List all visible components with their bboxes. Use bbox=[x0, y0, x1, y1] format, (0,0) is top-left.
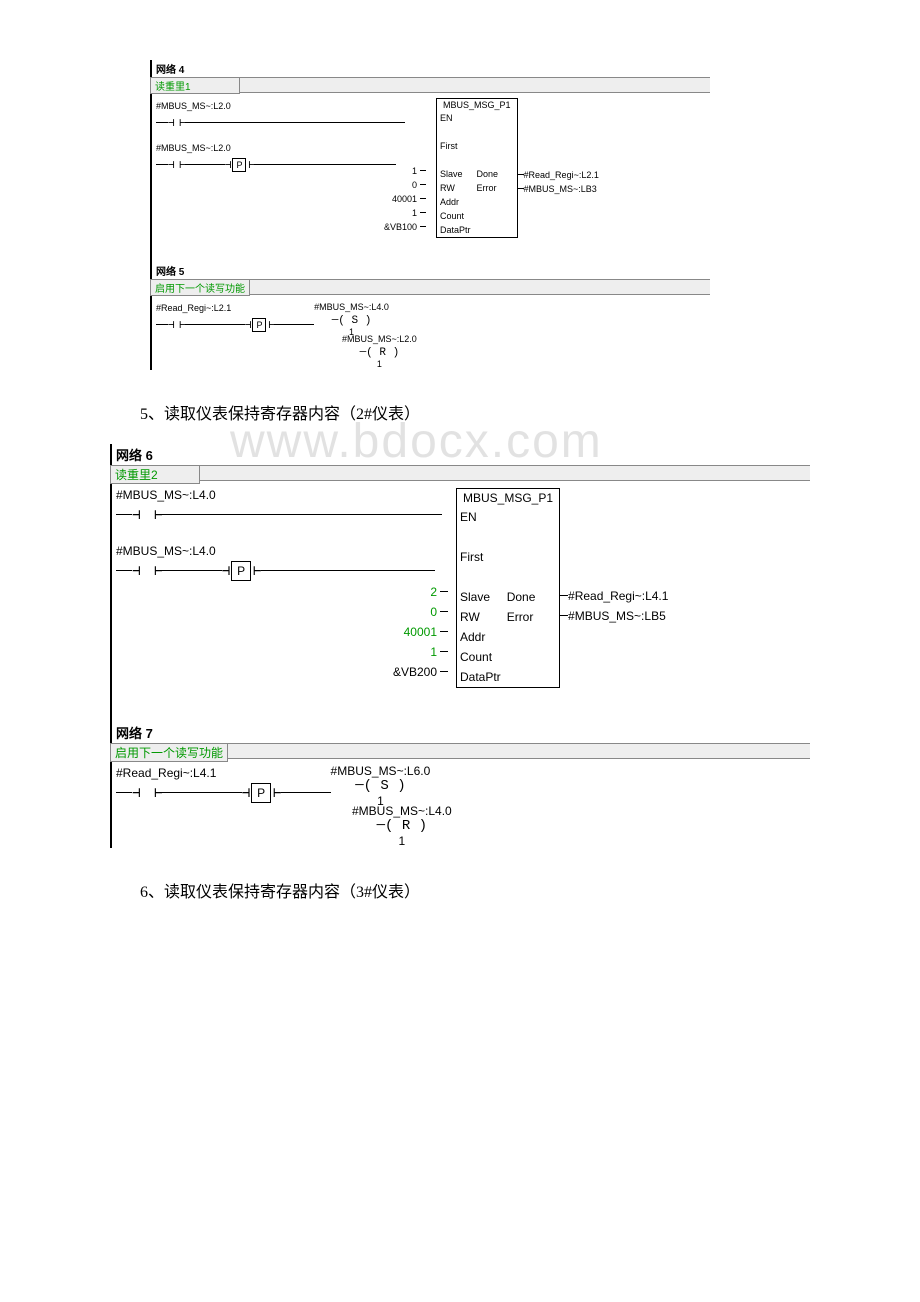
network-4-title-bar bbox=[240, 77, 710, 93]
addr-pin: Addr bbox=[457, 630, 488, 644]
contact-tag: #Read_Regi~:L2.1 bbox=[156, 303, 231, 313]
network-6-rung: #MBUS_MS~:L4.0 ⊣ ⊢ #MBUS_MS~:L4.0 ⊣ ⊢ bbox=[110, 484, 810, 692]
slave-pin: Slave bbox=[457, 590, 493, 604]
network-5-title: 启用下一个读写功能 bbox=[150, 279, 250, 296]
rw-val: 0 bbox=[409, 180, 420, 190]
done-out: #Read_Regi~:L2.1 bbox=[524, 170, 599, 180]
caption-6: 6、读取仪表保持寄存器内容（3#仪表） bbox=[140, 878, 820, 902]
error-pin: Error bbox=[504, 610, 537, 624]
done-out: #Read_Regi~:L4.1 bbox=[568, 589, 668, 603]
network-4-rung: #MBUS_MS~:L2.0 ⊣ ⊢ #MBUS_MS~:L2.0 ⊣ ⊢ bbox=[150, 94, 710, 242]
caption-5: 5、读取仪表保持寄存器内容（2#仪表） bbox=[140, 400, 820, 424]
count-pin: Count bbox=[437, 211, 467, 221]
rw-pin: RW bbox=[457, 610, 483, 624]
block-title: MBUS_MSG_P1 bbox=[437, 99, 517, 111]
mbus-msg-block: MBUS_MSG_P1 EN First Slave RW Addr Count… bbox=[456, 488, 560, 688]
dataptr-pin: DataPtr bbox=[437, 225, 474, 235]
network-5-label: 网络 5 bbox=[150, 262, 710, 279]
rw-pin: RW bbox=[437, 183, 458, 193]
network-6-title: 读重里2 bbox=[110, 465, 200, 484]
count-val: 1 bbox=[409, 208, 420, 218]
network-7-title-bar bbox=[228, 743, 810, 759]
network-6-title-bar bbox=[200, 465, 810, 481]
slave-val: 1 bbox=[409, 166, 420, 176]
p-edge: P bbox=[252, 318, 266, 332]
network-6-label: 网络 6 bbox=[110, 444, 810, 465]
contact-tag: #MBUS_MS~:L4.0 bbox=[116, 488, 216, 502]
mbus-msg-block: MBUS_MSG_P1 EN First Slave RW Addr Count… bbox=[436, 98, 518, 238]
reset-coil-tag: #MBUS_MS~:L4.0 bbox=[352, 804, 452, 818]
no-contact: ⊣ ⊢ bbox=[168, 116, 185, 130]
error-out: #MBUS_MS~:LB5 bbox=[568, 609, 666, 623]
network-7-label: 网络 7 bbox=[110, 722, 810, 743]
dataptr-val: &VB200 bbox=[390, 665, 440, 679]
error-out: #MBUS_MS~:LB3 bbox=[524, 184, 597, 194]
en-pin: EN bbox=[437, 113, 456, 123]
slave-pin: Slave bbox=[437, 169, 466, 179]
addr-val: 40001 bbox=[389, 194, 420, 204]
network-5-title-bar bbox=[250, 279, 710, 295]
reset-coil: ─( R ) bbox=[377, 818, 427, 834]
reset-coil: ─( R ) bbox=[360, 347, 400, 359]
count-pin: Count bbox=[457, 650, 495, 664]
block-title: MBUS_MSG_P1 bbox=[457, 489, 559, 507]
done-pin: Done bbox=[504, 590, 539, 604]
reset-coil-count: 1 bbox=[352, 834, 452, 848]
error-pin: Error bbox=[474, 183, 500, 193]
no-contact: ⊣ ⊢ bbox=[168, 158, 185, 172]
set-coil-tag: #MBUS_MS~:L6.0 bbox=[331, 764, 431, 778]
no-contact: ⊣ ⊢ bbox=[132, 507, 162, 524]
contact-tag: #Read_Regi~:L4.1 bbox=[116, 766, 216, 780]
ladder-figure-2: www.bdocx.com 网络 6 读重里2 #MBUS_MS~:L4.0 ⊣… bbox=[110, 444, 810, 848]
rw-val: 0 bbox=[427, 605, 440, 619]
addr-pin: Addr bbox=[437, 197, 462, 207]
dataptr-val: &VB100 bbox=[381, 222, 420, 232]
reset-coil-tag: #MBUS_MS~:L2.0 bbox=[342, 334, 417, 344]
addr-val: 40001 bbox=[401, 625, 440, 639]
slave-val: 2 bbox=[427, 585, 440, 599]
set-coil: ─( S ) bbox=[332, 315, 372, 327]
no-contact: ⊣ ⊢ bbox=[168, 318, 185, 332]
contact-tag: #MBUS_MS~:L2.0 bbox=[156, 143, 231, 153]
en-pin: EN bbox=[457, 510, 480, 524]
count-val: 1 bbox=[427, 645, 440, 659]
no-contact: ⊣ ⊢ bbox=[132, 785, 162, 802]
network-7-rung: #Read_Regi~:L4.1 ⊣ ⊢ ⊣P⊢ #MBUS_MS~:L6.0 … bbox=[110, 762, 810, 848]
first-pin: First bbox=[437, 141, 461, 151]
p-edge: P bbox=[251, 783, 271, 803]
network-5-rung: #Read_Regi~:L2.1 ⊣ ⊢ ⊣P⊢ #MBUS_MS~:L4.0 … bbox=[150, 296, 710, 370]
network-4-label: 网络 4 bbox=[150, 60, 710, 77]
contact-tag: #MBUS_MS~:L4.0 bbox=[116, 544, 216, 558]
set-coil: ─( S ) bbox=[355, 778, 405, 794]
network-7-title: 启用下一个读写功能 bbox=[110, 743, 228, 762]
reset-coil-count: 1 bbox=[342, 359, 417, 369]
no-contact: ⊣ ⊢ bbox=[132, 563, 162, 580]
done-pin: Done bbox=[474, 169, 502, 179]
p-edge: P bbox=[232, 158, 246, 172]
set-coil-tag: #MBUS_MS~:L4.0 bbox=[314, 302, 389, 312]
dataptr-pin: DataPtr bbox=[457, 670, 504, 684]
network-4-title: 读重里1 bbox=[150, 77, 240, 94]
ladder-figure-1: 网络 4 读重里1 #MBUS_MS~:L2.0 ⊣ ⊢ bbox=[150, 60, 710, 370]
p-edge: P bbox=[231, 561, 251, 581]
contact-tag: #MBUS_MS~:L2.0 bbox=[156, 101, 231, 111]
first-pin: First bbox=[457, 550, 486, 564]
